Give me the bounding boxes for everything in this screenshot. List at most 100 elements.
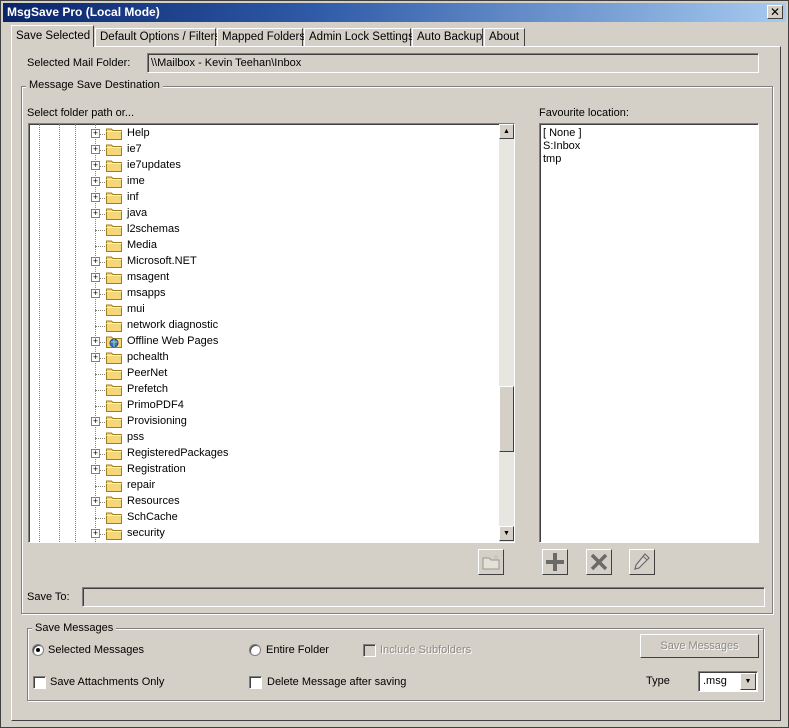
tree-item[interactable]: + pchealth xyxy=(29,350,489,366)
chevron-down-icon[interactable]: ▼ xyxy=(740,673,756,690)
tree-item-label: l2schemas xyxy=(127,223,180,235)
scroll-down-button[interactable]: ▼ xyxy=(499,526,514,541)
tree-item[interactable]: network diagnostic xyxy=(29,318,489,334)
expand-icon[interactable]: + xyxy=(91,257,100,266)
tree-item-label: ime xyxy=(127,175,145,187)
tab-auto-backup[interactable]: Auto Backup xyxy=(412,28,483,47)
expand-icon[interactable]: + xyxy=(91,177,100,186)
expand-icon[interactable]: + xyxy=(91,129,100,138)
expand-icon[interactable]: + xyxy=(91,529,100,538)
tree-item[interactable]: PrimoPDF4 xyxy=(29,398,489,414)
radio-entire-folder-label: Entire Folder xyxy=(266,644,329,656)
radio-selected-messages[interactable] xyxy=(32,644,44,656)
tree-item[interactable]: + Provisioning xyxy=(29,414,489,430)
include-subfolders-label: Include Subfolders xyxy=(380,644,472,656)
save-messages-group-title: Save Messages xyxy=(32,622,117,634)
tree-item[interactable]: Media xyxy=(29,238,489,254)
type-label: Type xyxy=(646,675,670,687)
tab-mapped-folders[interactable]: Mapped Folders xyxy=(217,28,305,47)
tree-item[interactable]: + inf xyxy=(29,190,489,206)
expand-icon[interactable]: + xyxy=(91,497,100,506)
tree-label: Select folder path or... xyxy=(27,107,135,119)
tree-item-label: pchealth xyxy=(127,351,169,363)
tree-scrollbar[interactable]: ▲ ▼ xyxy=(499,124,514,542)
tree-item[interactable]: SchCache xyxy=(29,510,489,526)
radio-entire-folder[interactable] xyxy=(249,644,261,656)
tree-item[interactable]: + msapps xyxy=(29,286,489,302)
edit-favourite-button[interactable] xyxy=(629,549,655,575)
tree-item-label: Offline Web Pages xyxy=(127,335,219,347)
folder-tree[interactable]: + Help + ie7 + ie7updates + ime + inf + java l2schem… xyxy=(28,123,515,543)
web-folder-icon xyxy=(106,335,122,348)
tree-item-label: Registration xyxy=(127,463,186,475)
favourite-list[interactable]: [ None ] S:Inbox tmp xyxy=(539,123,759,543)
tree-item[interactable]: + msagent xyxy=(29,270,489,286)
tree-item-label: java xyxy=(127,207,148,219)
tree-item[interactable]: + ie7 xyxy=(29,142,489,158)
tree-item-label: RegisteredPackages xyxy=(127,447,229,459)
folder-icon xyxy=(106,255,122,268)
tree-item[interactable]: l2schemas xyxy=(29,222,489,238)
folder-icon xyxy=(106,127,122,140)
tree-item[interactable]: mui xyxy=(29,302,489,318)
expand-icon[interactable]: + xyxy=(91,417,100,426)
tree-item[interactable]: + RegisteredPackages xyxy=(29,446,489,462)
expand-icon[interactable]: + xyxy=(91,337,100,346)
tree-item[interactable]: + Offline Web Pages xyxy=(29,334,489,350)
expand-icon[interactable]: + xyxy=(91,289,100,298)
tree-item-label: Media xyxy=(127,239,157,251)
save-attachments-checkbox[interactable] xyxy=(33,676,46,689)
delete-after-checkbox[interactable] xyxy=(249,676,262,689)
tree-item[interactable]: + Resources xyxy=(29,494,489,510)
tree-item[interactable]: Prefetch xyxy=(29,382,489,398)
tree-item[interactable]: + ie7updates xyxy=(29,158,489,174)
type-select[interactable]: .msg ▼ xyxy=(698,671,758,692)
favourite-item[interactable]: S:Inbox xyxy=(543,140,580,152)
delete-after-label: Delete Message after saving xyxy=(267,676,407,688)
add-favourite-button[interactable] xyxy=(542,549,568,575)
folder-icon xyxy=(106,319,122,332)
tree-item[interactable]: + Microsoft.NET xyxy=(29,254,489,270)
expand-icon[interactable]: + xyxy=(91,449,100,458)
expand-icon[interactable]: + xyxy=(91,193,100,202)
folder-icon xyxy=(106,303,122,316)
expand-icon[interactable]: + xyxy=(91,273,100,282)
expand-icon[interactable]: + xyxy=(91,145,100,154)
folder-icon xyxy=(106,431,122,444)
tree-item[interactable]: + Registration xyxy=(29,462,489,478)
tab-default-options[interactable]: Default Options / Filters xyxy=(95,28,220,47)
folder-icon xyxy=(106,351,122,364)
save-attachments-label: Save Attachments Only xyxy=(50,676,165,688)
favourite-label: Favourite location: xyxy=(539,107,629,119)
scroll-up-button[interactable]: ▲ xyxy=(499,124,514,139)
tree-item-label: pss xyxy=(127,431,145,443)
favourite-item[interactable]: tmp xyxy=(543,153,561,165)
favourite-item[interactable]: [ None ] xyxy=(543,127,582,139)
save-messages-button[interactable]: Save Messages xyxy=(640,634,759,658)
tree-item-label: ie7 xyxy=(127,143,142,155)
tree-item-label: msagent xyxy=(127,271,170,283)
folder-icon xyxy=(106,511,122,524)
tab-about[interactable]: About xyxy=(484,28,525,47)
include-subfolders-checkbox[interactable] xyxy=(363,644,376,657)
new-folder-button[interactable] xyxy=(478,549,504,575)
tree-item[interactable]: + Help xyxy=(29,126,489,142)
tab-admin-lock[interactable]: Admin Lock Settings xyxy=(304,28,414,47)
tree-item[interactable]: repair xyxy=(29,478,489,494)
folder-icon xyxy=(106,463,122,476)
tree-item[interactable]: + ime xyxy=(29,174,489,190)
tree-item[interactable]: pss xyxy=(29,430,489,446)
tree-item[interactable]: PeerNet xyxy=(29,366,489,382)
tree-item[interactable]: + java xyxy=(29,206,489,222)
expand-icon[interactable]: + xyxy=(91,161,100,170)
expand-icon[interactable]: + xyxy=(91,465,100,474)
plus-icon xyxy=(546,553,564,571)
tree-item[interactable]: + security xyxy=(29,526,489,542)
expand-icon[interactable]: + xyxy=(91,209,100,218)
expand-icon[interactable]: + xyxy=(91,353,100,362)
save-to-label: Save To: xyxy=(27,591,70,603)
scroll-thumb[interactable] xyxy=(499,386,514,452)
remove-favourite-button[interactable] xyxy=(586,549,612,575)
close-button[interactable]: ✕ xyxy=(767,5,783,19)
tab-save-selected[interactable]: Save Selected xyxy=(11,25,94,47)
